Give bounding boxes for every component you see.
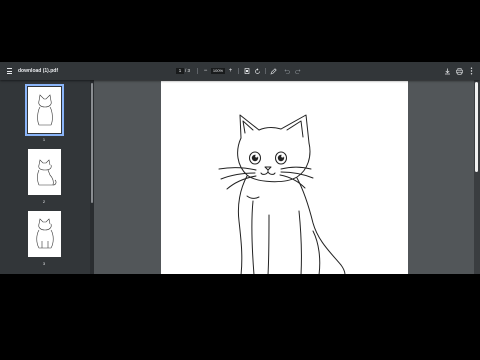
thumbnail-image xyxy=(27,149,61,195)
thumbnail-page-number: 1 xyxy=(42,137,46,142)
thumbnail-page-3[interactable]: 3 xyxy=(26,211,62,266)
pen-icon[interactable] xyxy=(269,62,277,80)
thumbnail-image xyxy=(24,84,64,136)
zoom-in-button[interactable]: + xyxy=(227,62,234,80)
thumbnail-page-1[interactable]: 1 xyxy=(24,84,64,142)
file-name: download (1).pdf xyxy=(18,68,58,74)
redo-icon[interactable] xyxy=(294,62,302,80)
thumbnail-page-number: 2 xyxy=(42,199,46,204)
sidebar-scrollbar[interactable] xyxy=(90,80,94,274)
rotate-icon[interactable] xyxy=(253,62,261,80)
page-total: / 3 xyxy=(185,68,191,73)
menu-icon[interactable] xyxy=(4,62,14,80)
thumbnail-page-number: 3 xyxy=(42,261,46,266)
undo-icon[interactable] xyxy=(283,62,291,80)
thumbnail-image xyxy=(27,211,61,257)
pdf-page xyxy=(161,81,408,274)
cat-drawing xyxy=(218,114,346,274)
fit-page-icon[interactable] xyxy=(243,62,251,80)
zoom-input[interactable] xyxy=(211,68,225,74)
pdf-viewer: download (1).pdf / 3 − + xyxy=(0,62,480,274)
toolbar: download (1).pdf / 3 − + xyxy=(0,62,480,80)
print-icon[interactable] xyxy=(455,62,463,80)
toolbar-divider xyxy=(238,68,239,74)
toolbar-divider xyxy=(197,68,198,74)
thumbnail-page-2[interactable]: 2 xyxy=(26,149,62,204)
zoom-out-button[interactable]: − xyxy=(202,62,209,80)
thumbnail-sidebar: 1 2 3 xyxy=(0,80,90,274)
download-icon[interactable] xyxy=(443,62,451,80)
main-scrollbar[interactable] xyxy=(474,80,480,274)
page-number-input[interactable] xyxy=(176,68,184,74)
more-vert-icon[interactable] xyxy=(467,62,475,80)
toolbar-divider xyxy=(265,68,266,74)
